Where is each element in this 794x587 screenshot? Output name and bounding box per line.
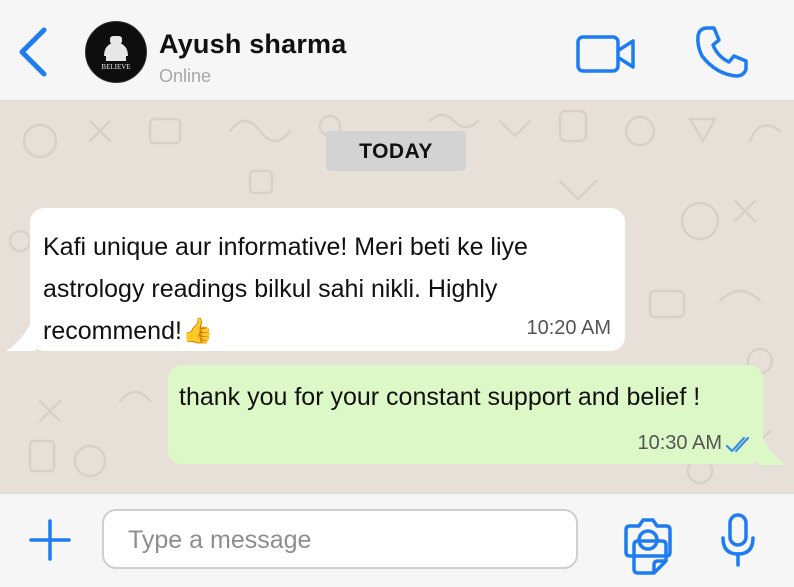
video-camera-icon[interactable] [575,33,639,75]
microphone-icon[interactable] [718,512,758,568]
phone-icon[interactable] [694,24,750,80]
svg-text:BELIEVE: BELIEVE [101,63,130,71]
chat-header: BELIEVE Ayush sharma Online [0,0,794,101]
contact-status: Online [159,66,212,86]
outgoing-bubble-tail [757,425,787,465]
date-separator: TODAY [326,131,466,171]
plus-icon[interactable] [28,518,72,562]
message-time: 10:20 AM [526,317,611,339]
message-input-box[interactable] [102,509,668,575]
avatar-logo-icon: BELIEVE [86,22,146,82]
camera-icon[interactable] [624,516,672,560]
message-input[interactable] [126,521,510,559]
back-chevron-icon[interactable] [14,24,54,80]
contact-name[interactable]: Ayush sharma [159,29,346,60]
message-composer [0,493,794,587]
message-text: thank you for your constant support and … [179,383,701,411]
read-receipt-double-tick-icon [725,436,750,453]
avatar[interactable]: BELIEVE [85,21,147,83]
message-time: 10:30 AM [637,432,722,454]
incoming-message[interactable]: Kafi unique aur informative! Meri beti k… [30,208,625,351]
chat-area[interactable]: TODAY Kafi unique aur informative! Meri … [0,101,794,493]
outgoing-message[interactable]: thank you for your constant support and … [168,365,763,464]
